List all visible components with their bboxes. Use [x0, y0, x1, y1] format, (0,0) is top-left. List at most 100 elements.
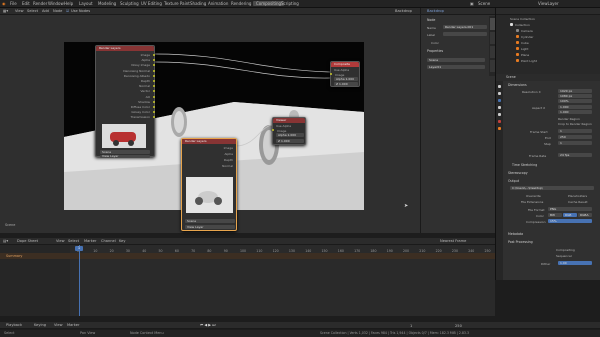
time-stretching-panel[interactable]: Time Stretching — [512, 163, 537, 167]
view-layer-selector[interactable]: ViewLayer — [538, 1, 559, 6]
header-add[interactable]: Add — [42, 9, 49, 13]
frame-rate-field[interactable]: 24 fps — [558, 153, 592, 157]
output-path-field[interactable]: C:\Users\...\Desktop\ — [510, 186, 594, 190]
overwrite-checkbox[interactable]: Overwrite — [526, 194, 541, 198]
output-socket[interactable] — [153, 54, 155, 56]
outliner-item[interactable]: Light — [521, 47, 529, 51]
aspect-y-field[interactable]: 1.000 — [558, 110, 592, 114]
outliner-item[interactable]: Collection — [515, 23, 530, 27]
node-label-field[interactable] — [443, 32, 487, 36]
menu-file[interactable]: File — [10, 1, 17, 6]
layer-field[interactable]: View Layer — [100, 155, 150, 158]
resolution-percent-field[interactable]: 100% — [558, 99, 592, 103]
header-view[interactable]: View — [56, 239, 65, 243]
input-socket[interactable] — [330, 73, 332, 75]
resolution-x-field[interactable]: 1920 px — [558, 89, 592, 93]
color-checkbox[interactable]: Color — [431, 41, 439, 45]
tab-sculpting[interactable]: Sculpting — [120, 1, 139, 6]
output-socket[interactable] — [153, 116, 155, 119]
scene-selector[interactable]: Scene — [478, 1, 490, 6]
snap-mode[interactable]: Nearest Frame — [440, 239, 466, 243]
render-layers-node-2[interactable]: Render Layers Image Alpha Depth Normal S… — [181, 138, 237, 231]
scene-tab-icon[interactable] — [498, 113, 501, 116]
editor-type-icon[interactable]: ▦▾ — [3, 9, 8, 13]
menu-edit[interactable]: Edit — [22, 1, 30, 6]
header-select[interactable]: Select — [68, 239, 79, 243]
marker-menu[interactable]: Marker — [67, 323, 79, 327]
use-alpha-checkbox[interactable]: Use Alpha — [334, 68, 349, 72]
playhead[interactable] — [79, 245, 80, 316]
dimensions-panel[interactable]: Dimensions — [508, 83, 527, 87]
blender-logo-icon[interactable]: ◉ — [2, 1, 6, 6]
output-socket[interactable] — [153, 69, 155, 72]
world-tab-icon[interactable] — [498, 120, 501, 123]
aspect-x-field[interactable]: 1.000 — [558, 105, 592, 109]
file-format-dropdown[interactable]: PNG — [548, 207, 592, 211]
frame-end-field[interactable]: 250 — [558, 135, 592, 139]
playback-menu[interactable]: Playback — [6, 323, 22, 327]
metadata-panel[interactable]: Metadata — [508, 232, 523, 236]
header-select[interactable]: Select — [27, 9, 38, 13]
alpha-field[interactable]: Alpha 1.000 — [334, 77, 358, 81]
node-header[interactable]: Viewer — [273, 118, 305, 123]
use-nodes-checkbox-icon[interactable]: ☑ — [66, 9, 69, 13]
color-bw-button[interactable]: BW — [548, 213, 562, 217]
frame-step-field[interactable]: 1 — [558, 141, 592, 145]
node-name-field[interactable]: Render Layers.001 — [443, 25, 487, 29]
render-region-checkbox[interactable]: Render Region — [558, 117, 580, 121]
tab-uv-editing[interactable]: UV Editing — [141, 1, 162, 6]
color-rgba-button[interactable]: RGBA — [578, 213, 592, 217]
outliner-root[interactable]: Scene Collection — [510, 17, 535, 21]
output-socket[interactable] — [153, 59, 155, 62]
tab-shading[interactable]: Shading — [190, 1, 206, 6]
layer-field[interactable]: View Layer — [185, 225, 235, 229]
output-tab-icon[interactable] — [498, 99, 501, 102]
input-socket[interactable] — [272, 129, 274, 131]
object-tab-icon[interactable] — [498, 127, 501, 130]
compositing-checkbox[interactable]: Compositing — [556, 248, 575, 252]
output-socket[interactable] — [153, 64, 155, 67]
output-socket[interactable] — [153, 111, 155, 114]
header-node[interactable]: Node — [53, 9, 62, 13]
output-socket[interactable] — [153, 100, 155, 103]
node-header[interactable]: Composite — [331, 62, 359, 67]
tab-texture-paint[interactable]: Texture Paint — [164, 1, 190, 6]
view-layer-tab-icon[interactable] — [498, 106, 501, 109]
use-alpha-checkbox[interactable]: Use Alpha — [276, 124, 291, 128]
tab-modeling[interactable]: Modeling — [98, 1, 116, 6]
scene-field[interactable]: Scene — [185, 219, 235, 223]
alpha-field[interactable]: Alpha 1.000 — [276, 133, 304, 137]
header-marker[interactable]: Marker — [84, 239, 96, 243]
crop-checkbox[interactable]: Crop to Render Region — [558, 122, 592, 126]
outliner-item[interactable]: Cube — [521, 41, 529, 45]
tab-scripting[interactable]: Scripting — [281, 1, 299, 6]
render-tab-icon[interactable] — [498, 92, 501, 95]
node-header[interactable]: Render Layers — [182, 139, 236, 144]
node-header[interactable]: Render Layers — [96, 46, 154, 51]
outliner-item[interactable]: Plane — [521, 53, 529, 57]
resolution-y-field[interactable]: 1080 px — [558, 94, 592, 98]
header-view[interactable]: View — [15, 9, 24, 13]
output-socket[interactable] — [153, 85, 155, 88]
view-menu[interactable]: View — [54, 323, 63, 327]
stereoscopy-panel[interactable]: Stereoscopy — [508, 171, 528, 175]
post-processing-panel[interactable]: Post Processing — [508, 240, 533, 244]
file-extensions-checkbox[interactable]: File Extensions — [521, 200, 543, 204]
outliner-item[interactable]: Point Light — [521, 59, 537, 63]
color-rgb-button[interactable]: RGB — [563, 213, 577, 217]
z-field[interactable]: Z 1.000 — [334, 82, 358, 86]
composite-node[interactable]: Composite Use Alpha Image Alpha 1.000 Z … — [330, 61, 360, 87]
viewer-node[interactable]: Viewer Use Alpha Image Alpha 1.000 Z 1.0… — [272, 117, 306, 145]
compression-slider[interactable]: 15% — [548, 219, 592, 223]
menu-window[interactable]: Window — [48, 1, 64, 6]
scene-field[interactable]: Scene — [427, 58, 485, 62]
tab-compositing[interactable]: Compositing — [253, 1, 285, 6]
menu-help[interactable]: Help — [64, 1, 73, 6]
placeholders-checkbox[interactable]: Placeholders — [568, 194, 587, 198]
cache-result-checkbox[interactable]: Cache Result — [568, 200, 588, 204]
output-socket[interactable] — [153, 106, 155, 108]
tab-layout[interactable]: Layout — [79, 1, 93, 6]
tab-animation[interactable]: Animation — [208, 1, 228, 6]
playback-controls-icon[interactable]: ⏮ ◀ ▶ ⏭ — [200, 323, 215, 327]
output-socket[interactable] — [153, 74, 155, 77]
